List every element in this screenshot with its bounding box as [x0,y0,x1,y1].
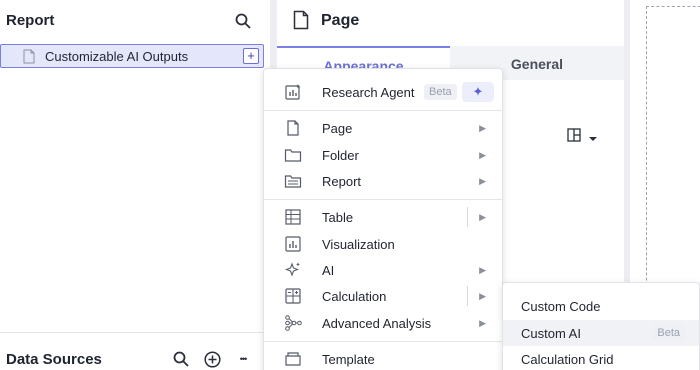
menu-item-advanced-analysis[interactable]: Advanced Analysis ▶ [264,310,502,336]
search-icon[interactable] [170,348,192,370]
submenu-item-custom-code[interactable]: Custom Code [503,293,699,319]
tree-item-customizable-ai-outputs[interactable]: Customizable AI Outputs + [0,44,264,68]
menu-separator [264,341,502,342]
menu-item-label: Folder [322,147,359,163]
menu-item-label: AI [322,262,335,278]
menu-item-visualization[interactable]: Visualization [264,231,502,257]
menu-item-label: Report [322,173,362,189]
submenu-item-label: Calculation Grid [521,352,614,367]
beta-badge: Beta [424,84,457,100]
chevron-right-icon: ▶ [479,264,486,275]
more-icon[interactable]: ••• [232,348,254,370]
sparkle-icon [284,261,302,279]
divider [0,332,270,333]
menu-item-table[interactable]: Table ▶ [264,204,502,230]
menu-item-research-agent[interactable]: Research Agent Beta ✦ [264,79,502,105]
menu-item-label: Template [322,351,375,367]
layout-dropdown[interactable] [567,128,597,147]
chevron-right-icon: ▶ [479,175,486,186]
submenu-item-calculation-grid[interactable]: Calculation Grid [503,346,699,370]
menu-item-divider [467,207,468,227]
calculator-icon [284,287,302,305]
tree-item-label: Customizable AI Outputs [45,48,189,64]
page-icon [23,49,35,64]
menu-item-label: Visualization [322,236,395,252]
menu-item-calculation[interactable]: Calculation ▶ [264,283,502,309]
table-icon [284,208,302,226]
page-icon [293,10,309,35]
submenu-item-custom-ai[interactable]: Custom AI Beta [503,320,699,346]
template-icon [284,350,302,368]
menu-item-label: Advanced Analysis [322,315,432,331]
search-icon[interactable] [232,10,254,32]
page-icon [284,119,302,137]
menu-item-label: Table [322,209,354,225]
add-circle-icon[interactable] [201,348,223,370]
report-title: Report [6,12,55,29]
page-title: Page [321,12,360,29]
research-agent-icon [284,83,302,101]
menu-item-divider [467,286,468,306]
menu-item-label: Calculation [322,288,387,304]
chevron-right-icon[interactable]: ▶ [479,291,486,302]
chevron-right-icon: ▶ [479,149,486,160]
menu-item-label: Research Agent [322,84,415,100]
add-button[interactable]: + [243,48,259,64]
add-menu: Research Agent Beta ✦ Page ▶ Folder ▶ Re… [263,68,503,370]
report-panel: Report Customizable AI Outputs + Data So… [0,0,270,370]
submenu-item-label: Custom Code [521,299,601,314]
menu-separator [264,110,502,111]
menu-item-folder[interactable]: Folder ▶ [264,142,502,168]
layout-icon [567,128,581,147]
calculation-submenu: Custom Code Custom AI Beta Calculation G… [502,282,700,370]
menu-item-ai[interactable]: AI ▶ [264,257,502,283]
menu-item-page[interactable]: Page ▶ [264,115,502,141]
chevron-right-icon: ▶ [479,122,486,133]
network-icon [284,314,302,332]
sparkle-icon[interactable]: ✦ [462,82,494,102]
menu-item-report[interactable]: Report ▶ [264,168,502,194]
menu-item-template[interactable]: Template [264,346,502,370]
menu-item-label: Page [322,120,353,136]
menu-separator [264,199,502,200]
chart-icon [284,235,302,253]
report-icon [284,172,302,190]
data-sources-title: Data Sources [6,351,102,368]
chevron-right-icon[interactable]: ▶ [479,212,486,223]
chevron-down-icon [589,129,597,147]
submenu-item-label: Custom AI [521,326,581,341]
chevron-right-icon: ▶ [479,317,486,328]
beta-badge: Beta [652,325,685,341]
folder-icon [284,146,302,164]
